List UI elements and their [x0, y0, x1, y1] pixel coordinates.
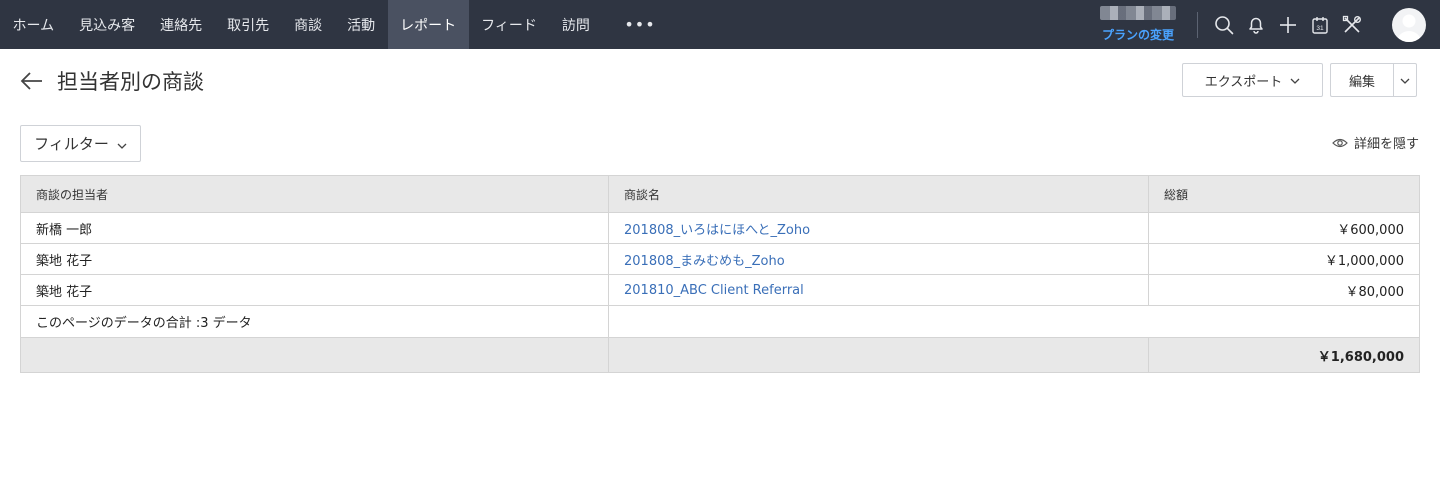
nav-tab-feeds[interactable]: フィード	[469, 0, 550, 49]
column-header-owner[interactable]: 商談の担当者	[20, 175, 609, 213]
top-nav: ホーム 見込み客 連絡先 取引先 商談 活動 レポート フィード 訪問 ••• …	[0, 0, 1440, 49]
amount-cell: ￥80,000	[1148, 274, 1420, 306]
chevron-down-icon	[117, 135, 127, 153]
calendar-day-text: 31	[1316, 25, 1324, 32]
nav-tab-deals[interactable]: 商談	[282, 0, 335, 49]
change-plan-link[interactable]: プランの変更	[1102, 26, 1174, 43]
org-name-redacted	[1100, 6, 1176, 20]
nav-right-group: プランの変更 31	[1093, 0, 1440, 49]
nav-divider	[1197, 11, 1198, 38]
report-table: 商談の担当者 商談名 総額 新橋 一郎 201808_いろはにほへと_Zoho …	[20, 175, 1420, 373]
deal-name-link[interactable]: 201808_いろはにほへと_Zoho	[608, 212, 1149, 244]
column-header-deal-name[interactable]: 商談名	[608, 175, 1149, 213]
nav-tab-leads[interactable]: 見込み客	[67, 0, 148, 49]
chevron-down-icon	[1400, 73, 1410, 88]
deal-name-link[interactable]: 201808_まみむめも_Zoho	[608, 243, 1149, 275]
summary-blank-cell	[608, 305, 1420, 338]
amount-cell: ￥600,000	[1148, 212, 1420, 244]
export-label: エクスポート	[1204, 74, 1283, 90]
total-row: ￥1,680,000	[20, 337, 1420, 373]
total-blank-cell	[608, 337, 1149, 373]
edit-dropdown-button[interactable]	[1393, 63, 1417, 97]
record-count-summary: このページのデータの合計 :3 データ	[20, 305, 609, 338]
amount-cell: ￥1,000,000	[1148, 243, 1420, 275]
total-label-cell	[20, 337, 609, 373]
hide-details-label: 詳細を隠す	[1353, 137, 1419, 152]
nav-tab-activities[interactable]: 活動	[335, 0, 388, 49]
search-icon[interactable]	[1208, 0, 1240, 49]
nav-tabs: ホーム 見込み客 連絡先 取引先 商談 活動 レポート フィード 訪問 •••	[0, 0, 678, 49]
filter-button[interactable]: フィルター	[20, 125, 141, 162]
nav-tab-visits[interactable]: 訪問	[549, 0, 602, 49]
calendar-icon[interactable]: 31	[1304, 0, 1336, 49]
page-title: 担当者別の商談	[57, 70, 204, 94]
total-amount: ￥1,680,000	[1148, 337, 1420, 373]
table-header-row: 商談の担当者 商談名 総額	[20, 175, 1420, 213]
plus-icon[interactable]	[1272, 0, 1304, 49]
owner-cell: 新橋 一郎	[20, 212, 609, 244]
summary-row: このページのデータの合計 :3 データ	[20, 305, 1420, 338]
eye-icon	[1332, 138, 1348, 147]
owner-cell: 築地 花子	[20, 274, 609, 306]
deal-name-link[interactable]: 201810_ABC Client Referral	[608, 274, 1149, 306]
column-header-amount[interactable]: 総額	[1148, 175, 1420, 213]
more-tabs-button[interactable]: •••	[602, 0, 677, 49]
org-plan-box: プランの変更	[1093, 0, 1183, 49]
table-row: 築地 花子 201808_まみむめも_Zoho ￥1,000,000	[20, 243, 1420, 275]
export-button[interactable]: エクスポート	[1182, 63, 1323, 97]
owner-cell: 築地 花子	[20, 243, 609, 275]
table-row: 新橋 一郎 201808_いろはにほへと_Zoho ￥600,000	[20, 212, 1420, 244]
nav-tab-accounts[interactable]: 取引先	[215, 0, 282, 49]
table-row: 築地 花子 201810_ABC Client Referral ￥80,000	[20, 274, 1420, 306]
tools-icon[interactable]	[1336, 0, 1368, 49]
bell-icon[interactable]	[1240, 0, 1272, 49]
back-arrow-icon[interactable]	[19, 69, 45, 93]
edit-button[interactable]: 編集	[1330, 63, 1393, 97]
avatar[interactable]	[1392, 7, 1426, 42]
nav-tab-home[interactable]: ホーム	[0, 0, 67, 49]
nav-tab-reports[interactable]: レポート	[387, 0, 469, 49]
filter-label: フィルター	[34, 135, 109, 153]
nav-tab-contacts[interactable]: 連絡先	[148, 0, 215, 49]
hide-details-toggle[interactable]: 詳細を隠す	[1332, 133, 1419, 152]
chevron-down-icon	[1290, 73, 1300, 88]
